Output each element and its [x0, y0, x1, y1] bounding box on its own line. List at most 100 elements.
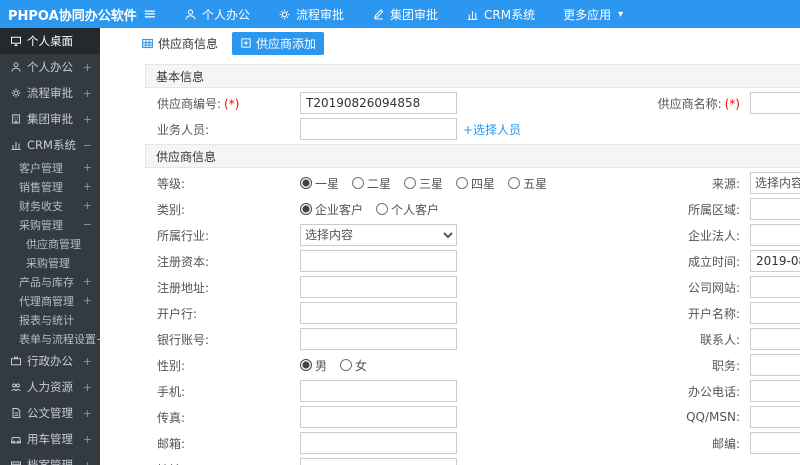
field-label: 开户名称:	[687, 306, 740, 321]
region-input[interactable]	[750, 198, 800, 220]
field-label: 银行账号:	[157, 332, 210, 347]
sidebar-item-finance[interactable]: 财务收支 +	[0, 196, 100, 215]
nav-more-apps[interactable]: 更多应用 ▾	[549, 0, 637, 28]
sidebar-item-reports[interactable]: 报表与统计	[0, 310, 100, 329]
form-row-reg-address: 注册地址: 公司网站:	[145, 274, 800, 300]
tab-strip: 供应商信息 供应商添加	[100, 28, 800, 58]
form-row-capital: 注册资本: 成立时间:	[145, 248, 800, 274]
sidebar-item-form-flow-settings[interactable]: 表单与流程设置+	[0, 329, 100, 348]
supplier-name-input[interactable]	[750, 92, 800, 114]
form-row-address: 地址:	[145, 456, 800, 465]
form-row-bank: 开户行: 开户名称:	[145, 300, 800, 326]
sidebar-item-agent-mgmt[interactable]: 代理商管理 +	[0, 291, 100, 310]
supplier-form: 基本信息 供应商编号:(*) 供应商名称:(*) 业务人员: +选择人员	[145, 64, 800, 465]
contact-input[interactable]	[750, 328, 800, 350]
form-row-category: 类别: 企业客户 个人客户 所属区域:	[145, 196, 800, 222]
gear-icon	[10, 87, 22, 99]
nav-group-approval[interactable]: 集团审批	[358, 0, 452, 28]
level-radio-3[interactable]	[404, 177, 417, 189]
form-row-industry: 所属行业: 选择内容 企业法人:	[145, 222, 800, 248]
main-content: 供应商信息 供应商添加 基本信息 供应商编号:(*) 供应商名称:(*) 业务人…	[100, 28, 800, 465]
sidebar-item-supplier-mgmt[interactable]: 供应商管理	[0, 234, 100, 253]
sidebar-item-procurement[interactable]: 采购管理	[0, 253, 100, 272]
mobile-input[interactable]	[300, 380, 457, 402]
field-label: 联系人:	[699, 332, 740, 347]
level-radio-5[interactable]	[508, 177, 521, 189]
email-input[interactable]	[300, 432, 457, 454]
office-phone-input[interactable]	[750, 380, 800, 402]
person-icon	[184, 8, 197, 21]
section-supplier-info: 供应商信息	[145, 144, 800, 168]
sidebar-item-vehicle-mgmt[interactable]: 用车管理 +	[0, 426, 100, 452]
category-radio-company[interactable]	[300, 203, 312, 215]
field-label: 注册地址:	[157, 280, 210, 295]
sidebar-item-crm[interactable]: CRM系统 −	[0, 132, 100, 158]
established-date-input[interactable]	[750, 250, 800, 272]
required-mark: (*)	[724, 96, 740, 111]
hamburger-icon[interactable]: ≡	[130, 0, 170, 28]
tab-supplier-add[interactable]: 供应商添加	[232, 31, 325, 55]
legal-person-input[interactable]	[750, 224, 800, 246]
account-name-input[interactable]	[750, 302, 800, 324]
zipcode-input[interactable]	[750, 432, 800, 454]
sidebar-item-group-approval[interactable]: 集团审批 +	[0, 106, 100, 132]
field-label: 类别:	[157, 202, 186, 217]
gender-radio-male[interactable]	[300, 359, 312, 371]
sidebar-item-flow-approval[interactable]: 流程审批 +	[0, 80, 100, 106]
desktop-icon	[10, 35, 22, 47]
staff-input[interactable]	[300, 118, 457, 140]
sidebar-item-hr[interactable]: 人力资源 +	[0, 374, 100, 400]
field-label: 注册资本:	[157, 254, 210, 269]
sidebar-item-desktop[interactable]: 个人桌面	[0, 28, 100, 54]
field-label: 等级:	[157, 176, 186, 191]
form-row-email: 邮箱: 邮编:	[145, 430, 800, 456]
sidebar-item-sales-mgmt[interactable]: 销售管理 +	[0, 177, 100, 196]
field-label: 成立时间:	[687, 254, 740, 269]
sidebar-item-archive-mgmt[interactable]: 档案管理 +	[0, 452, 100, 465]
form-row-gender: 性别: 男 女 职务:	[145, 352, 800, 378]
chart-icon	[10, 139, 22, 151]
bank-input[interactable]	[300, 302, 457, 324]
caret-down-icon: ▾	[618, 8, 624, 20]
chart-icon	[466, 8, 479, 21]
gender-radio-female[interactable]	[340, 359, 353, 371]
nav-personal-office[interactable]: 个人办公	[170, 0, 264, 28]
archive-icon	[10, 459, 22, 465]
sidebar-item-document-mgmt[interactable]: 公文管理 +	[0, 400, 100, 426]
building-icon	[10, 113, 22, 125]
nav-crm-system[interactable]: CRM系统	[452, 0, 549, 28]
address-input[interactable]	[300, 458, 457, 465]
sidebar-item-customer-mgmt[interactable]: 客户管理 +	[0, 158, 100, 177]
app-logo: PHPOA协同办公软件	[8, 8, 137, 24]
qq-msn-input[interactable]	[750, 406, 800, 428]
capital-input[interactable]	[300, 250, 457, 272]
users-icon	[10, 381, 22, 393]
add-icon	[240, 37, 252, 49]
industry-select[interactable]: 选择内容	[300, 224, 457, 246]
level-radio-1[interactable]	[300, 177, 312, 189]
field-label: 邮编:	[711, 436, 740, 451]
sidebar: 个人桌面 个人办公 + 流程审批 + 集团审批 + CRM系统 − 客户管理 + …	[0, 28, 100, 465]
reg-address-input[interactable]	[300, 276, 457, 298]
select-person-link[interactable]: +选择人员	[463, 121, 521, 138]
position-input[interactable]	[750, 354, 800, 376]
field-label: 性别:	[157, 358, 186, 373]
tab-supplier-info[interactable]: 供应商信息	[133, 32, 226, 55]
field-label: 供应商名称: (*)	[657, 96, 740, 111]
supplier-no-input[interactable]	[300, 92, 457, 114]
category-radio-personal[interactable]	[376, 203, 389, 215]
sidebar-item-personal-office[interactable]: 个人办公 +	[0, 54, 100, 80]
level-radio-4[interactable]	[456, 177, 469, 189]
fax-input[interactable]	[300, 406, 457, 428]
nav-flow-approval[interactable]: 流程审批	[264, 0, 358, 28]
briefcase-icon	[10, 355, 22, 367]
sidebar-item-product-inventory[interactable]: 产品与库存 +	[0, 272, 100, 291]
bank-account-input[interactable]	[300, 328, 457, 350]
source-select[interactable]: 选择内容	[750, 172, 800, 194]
sidebar-item-admin-office[interactable]: 行政办公 +	[0, 348, 100, 374]
level-radio-2[interactable]	[352, 177, 365, 189]
field-label: 办公电话:	[687, 384, 740, 399]
website-input[interactable]	[750, 276, 800, 298]
sidebar-item-purchase-mgmt[interactable]: 采购管理 −	[0, 215, 100, 234]
form-row-level: 等级: 一星 二星 三星 四星 五星 来源: 选择内容	[145, 170, 800, 196]
